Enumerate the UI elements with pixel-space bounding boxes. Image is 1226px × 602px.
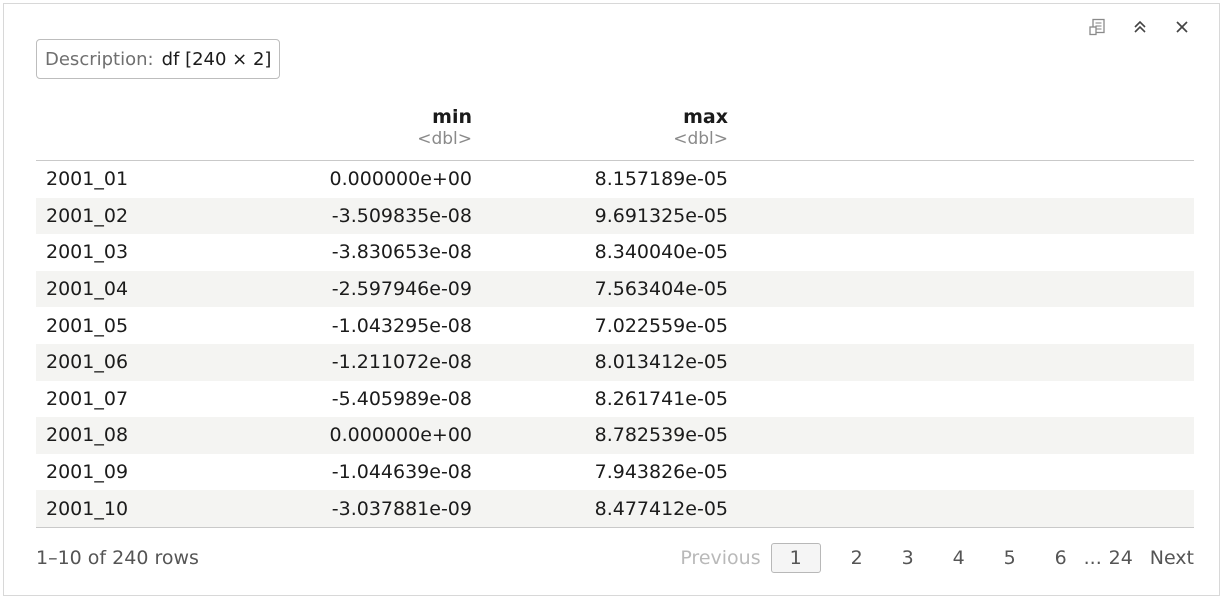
cell-max: 7.022559e-05 [594, 314, 728, 337]
page-button[interactable]: 3 [893, 543, 923, 573]
row-name: 2001_07 [46, 387, 129, 410]
table-footer: 1–10 of 240 rows Previous 1 2 3 4 5 6 ..… [36, 541, 1194, 575]
page-button[interactable]: 2 [842, 543, 872, 573]
cell-max: 8.782539e-05 [472, 417, 728, 454]
column-header-max[interactable]: max <dbl> [472, 100, 728, 161]
cell-max: 7.563404e-05 [472, 270, 728, 308]
rowname-header [36, 100, 206, 161]
description-value: df [240 × 2] [161, 48, 272, 70]
data-table: min <dbl> max <dbl> 2001_01 0.000000e+00… [36, 100, 1194, 528]
cell-min: -5.405989e-08 [331, 387, 472, 410]
cell-min: 0.000000e+00 [206, 417, 472, 454]
table-row: 2001_04 -2.597946e-09 7.563404e-05 [36, 270, 1194, 308]
row-filler [728, 490, 1194, 528]
row-name: 2001_02 [36, 197, 206, 235]
cell-max: 9.691325e-05 [472, 197, 728, 235]
table-row: 2001_10 -3.037881e-09 8.477412e-05 [36, 490, 1194, 528]
row-name: 2001_04 [36, 270, 206, 308]
collapse-icon[interactable] [1129, 16, 1151, 38]
row-name: 2001_10 [36, 490, 206, 528]
table-row: 2001_07 -5.405989e-08 8.261741e-05 [36, 381, 1194, 418]
table-header-row: min <dbl> max <dbl> [36, 100, 1194, 161]
cell-min: -1.043295e-08 [331, 314, 472, 337]
data-viewer-panel: Description: df [240 × 2] min <dbl> max … [3, 3, 1220, 596]
description-label: Description: [45, 48, 154, 70]
row-filler [728, 381, 1194, 418]
cell-max: 8.477412e-05 [472, 490, 728, 528]
description-box: Description: df [240 × 2] [36, 39, 281, 79]
row-filler [728, 343, 1194, 381]
row-name: 2001_03 [46, 241, 129, 264]
table-row: 2001_05 -1.043295e-08 7.022559e-05 [36, 307, 1194, 344]
row-filler [728, 197, 1194, 235]
row-name: 2001_01 [46, 168, 129, 191]
cell-min: -3.830653e-08 [331, 241, 472, 264]
column-type: <dbl> [417, 129, 472, 149]
page-button[interactable]: 4 [944, 543, 974, 573]
cell-min: -1.044639e-08 [331, 461, 472, 484]
row-name: 2001_09 [46, 461, 129, 484]
close-icon[interactable] [1171, 16, 1193, 38]
cell-max: 8.013412e-05 [472, 343, 728, 381]
data-table-wrapper: min <dbl> max <dbl> 2001_01 0.000000e+00… [36, 100, 1194, 528]
table-row: 2001_09 -1.044639e-08 7.943826e-05 [36, 454, 1194, 491]
column-name: min [432, 106, 472, 128]
cell-max: 8.261741e-05 [594, 387, 728, 410]
table-row: 2001_02 -3.509835e-08 9.691325e-05 [36, 197, 1194, 235]
page-button[interactable]: 6 [1046, 543, 1076, 573]
column-name: max [683, 106, 728, 128]
row-name: 2001_06 [36, 343, 206, 381]
cell-max: 8.340040e-05 [594, 241, 728, 264]
table-row: 2001_06 -1.211072e-08 8.013412e-05 [36, 343, 1194, 381]
cell-max: 7.943826e-05 [594, 461, 728, 484]
row-filler [728, 417, 1194, 454]
table-row: 2001_01 0.000000e+00 8.157189e-05 [36, 161, 1194, 198]
cell-max: 8.157189e-05 [594, 168, 728, 191]
column-header-min[interactable]: min <dbl> [206, 100, 472, 161]
page-button-current[interactable]: 1 [770, 543, 821, 573]
cell-min: -1.211072e-08 [206, 343, 472, 381]
table-row: 2001_08 0.000000e+00 8.782539e-05 [36, 417, 1194, 454]
previous-button[interactable]: Previous [680, 543, 760, 573]
row-filler [728, 161, 1194, 198]
cell-min: -3.509835e-08 [206, 197, 472, 235]
row-name: 2001_05 [46, 314, 129, 337]
cell-min: -2.597946e-09 [206, 270, 472, 308]
row-name: 2001_08 [36, 417, 206, 454]
page-button-last[interactable]: 24 [1106, 543, 1136, 573]
open-in-viewer-icon[interactable] [1087, 16, 1109, 38]
toolbar [1087, 16, 1193, 38]
next-button[interactable]: Next [1150, 543, 1194, 573]
page-button[interactable]: 5 [995, 543, 1025, 573]
filler-header [728, 100, 1194, 161]
cell-min: 0.000000e+00 [329, 168, 472, 191]
row-count-text: 1–10 of 240 rows [36, 547, 199, 569]
column-type: <dbl> [673, 129, 728, 149]
table-row: 2001_03 -3.830653e-08 8.340040e-05 [36, 234, 1194, 271]
page-ellipsis: ... [1083, 547, 1102, 569]
row-filler [728, 270, 1194, 308]
cell-min: -3.037881e-09 [206, 490, 472, 528]
pagination: Previous 1 2 3 4 5 6 ... 24 Next [680, 543, 1194, 573]
row-filler [728, 234, 1194, 271]
row-filler [728, 454, 1194, 491]
row-filler [728, 307, 1194, 344]
